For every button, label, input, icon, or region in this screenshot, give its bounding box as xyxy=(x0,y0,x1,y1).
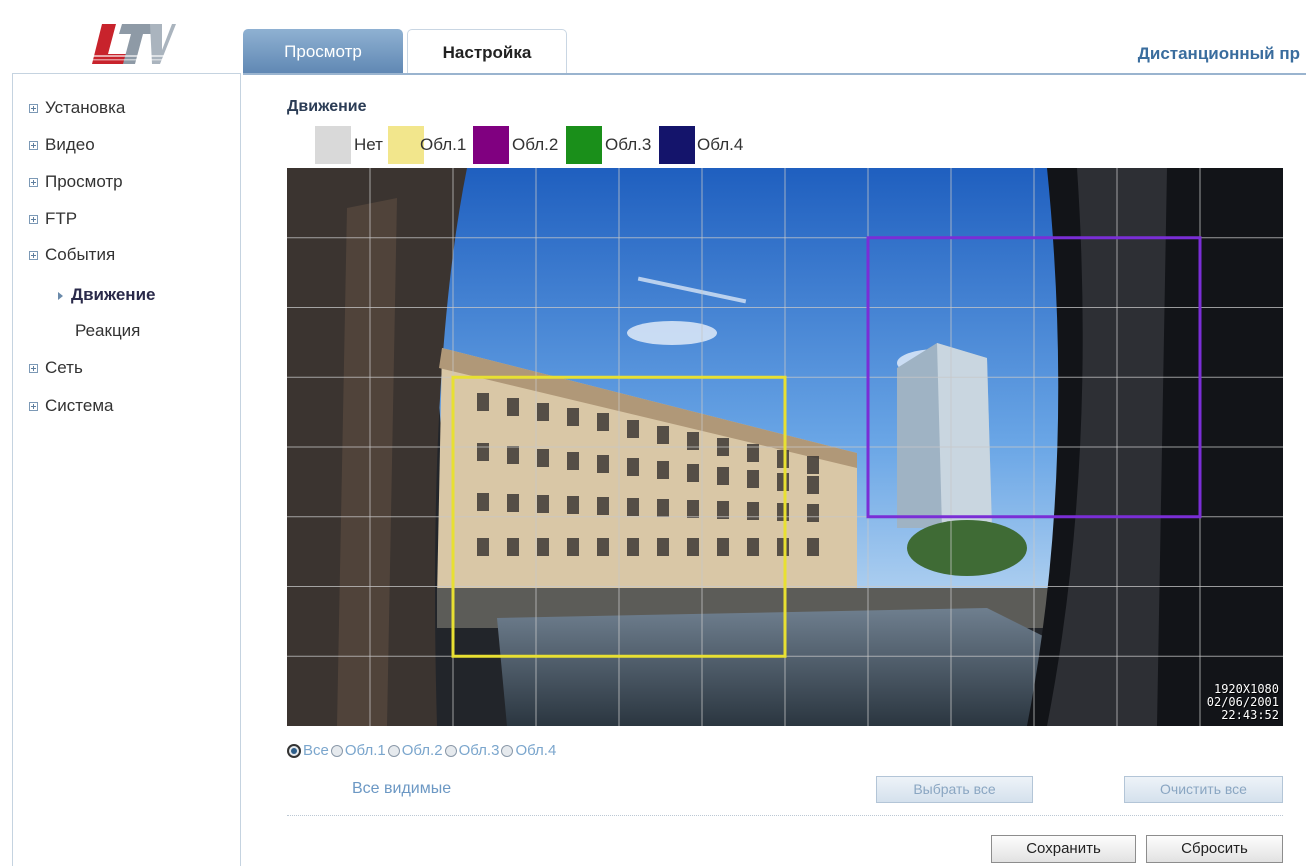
ltv-logo xyxy=(88,22,176,68)
sidebar-item-video[interactable]: Видео xyxy=(29,135,95,155)
radio-label: Обл.3 xyxy=(458,742,500,759)
expand-icon xyxy=(29,250,38,260)
select-all-button[interactable]: Выбрать все xyxy=(876,776,1033,803)
arrow-right-icon xyxy=(58,291,63,300)
radio-area2[interactable]: Обл.2 xyxy=(387,742,443,759)
expand-icon xyxy=(29,363,38,373)
sidebar-item-view[interactable]: Просмотр xyxy=(29,172,123,192)
expand-icon xyxy=(29,140,38,150)
video-osd: 1920X1080 02/06/2001 22:43:52 xyxy=(1207,683,1279,722)
legend-label-area1: Обл.1 xyxy=(420,135,467,154)
expand-icon xyxy=(29,214,38,224)
radio-area4[interactable]: Обл.4 xyxy=(501,742,556,759)
sidebar-item-network[interactable]: Сеть xyxy=(29,358,83,378)
header-divider xyxy=(243,73,1306,75)
radio-label: Все xyxy=(303,742,329,759)
sidebar-item-label: Система xyxy=(45,396,114,415)
page-header-title: Дистанционный пр xyxy=(1137,44,1300,63)
legend-label-area2: Обл.2 xyxy=(512,135,559,154)
all-visible-label: Все видимые xyxy=(352,780,452,797)
radio-all[interactable]: Все xyxy=(287,742,329,759)
radio-icon[interactable] xyxy=(387,744,400,757)
radio-label: Обл.4 xyxy=(515,742,557,759)
divider xyxy=(287,815,1283,816)
legend-label-area4: Обл.4 xyxy=(697,135,744,154)
radio-area3[interactable]: Обл.3 xyxy=(444,742,500,759)
camera-view[interactable]: 1920X1080 02/06/2001 22:43:52 xyxy=(287,168,1283,726)
radio-label: Обл.1 xyxy=(344,742,386,759)
legend-label-none: Нет xyxy=(354,135,383,154)
legend-swatch-area2[interactable] xyxy=(473,126,509,164)
sidebar-subitem-motion[interactable]: Движение xyxy=(58,285,155,305)
area-selector: Все Обл.1 Обл.2 Обл.3 Обл.4 xyxy=(287,742,558,759)
clear-all-button[interactable]: Очистить все xyxy=(1124,776,1283,803)
sidebar-item-system[interactable]: Система xyxy=(29,396,113,416)
radio-area1[interactable]: Обл.1 xyxy=(330,742,386,759)
radio-icon[interactable] xyxy=(287,743,301,758)
sidebar-subitem-label: Движение xyxy=(71,285,156,304)
radio-icon[interactable] xyxy=(330,744,343,757)
sidebar: Установка Видео Просмотр FTP События Дви… xyxy=(12,73,241,866)
sidebar-item-label: Просмотр xyxy=(45,172,123,191)
sidebar-item-events[interactable]: События xyxy=(29,245,115,265)
sidebar-item-setup[interactable]: Установка xyxy=(29,98,125,118)
motion-grid[interactable] xyxy=(287,168,1283,726)
sidebar-item-label: События xyxy=(45,245,116,264)
legend-swatch-area1[interactable] xyxy=(388,126,424,164)
sidebar-item-label: Сеть xyxy=(45,358,83,377)
sidebar-subitem-reaction[interactable]: Реакция xyxy=(75,321,140,341)
legend-swatch-area3[interactable] xyxy=(566,126,602,164)
radio-label: Обл.2 xyxy=(401,742,443,759)
save-button[interactable]: Сохранить xyxy=(991,835,1136,863)
radio-icon[interactable] xyxy=(444,744,457,757)
page-title: Движение xyxy=(287,98,367,115)
expand-icon xyxy=(29,401,38,411)
tab-setup[interactable]: Настройка xyxy=(407,29,567,75)
osd-time: 22:43:52 xyxy=(1221,708,1279,722)
expand-icon xyxy=(29,177,38,187)
radio-icon[interactable] xyxy=(501,744,514,757)
sidebar-item-label: FTP xyxy=(45,209,78,228)
reset-button[interactable]: Сбросить xyxy=(1146,835,1283,863)
expand-icon xyxy=(29,103,38,113)
sidebar-item-ftp[interactable]: FTP xyxy=(29,209,77,229)
tab-view[interactable]: Просмотр xyxy=(243,29,403,74)
legend-swatch-area4[interactable] xyxy=(659,126,695,164)
legend-swatch-none[interactable] xyxy=(315,126,351,164)
sidebar-item-label: Видео xyxy=(45,135,95,154)
sidebar-item-label: Установка xyxy=(45,98,126,117)
legend-label-area3: Обл.3 xyxy=(605,135,652,154)
